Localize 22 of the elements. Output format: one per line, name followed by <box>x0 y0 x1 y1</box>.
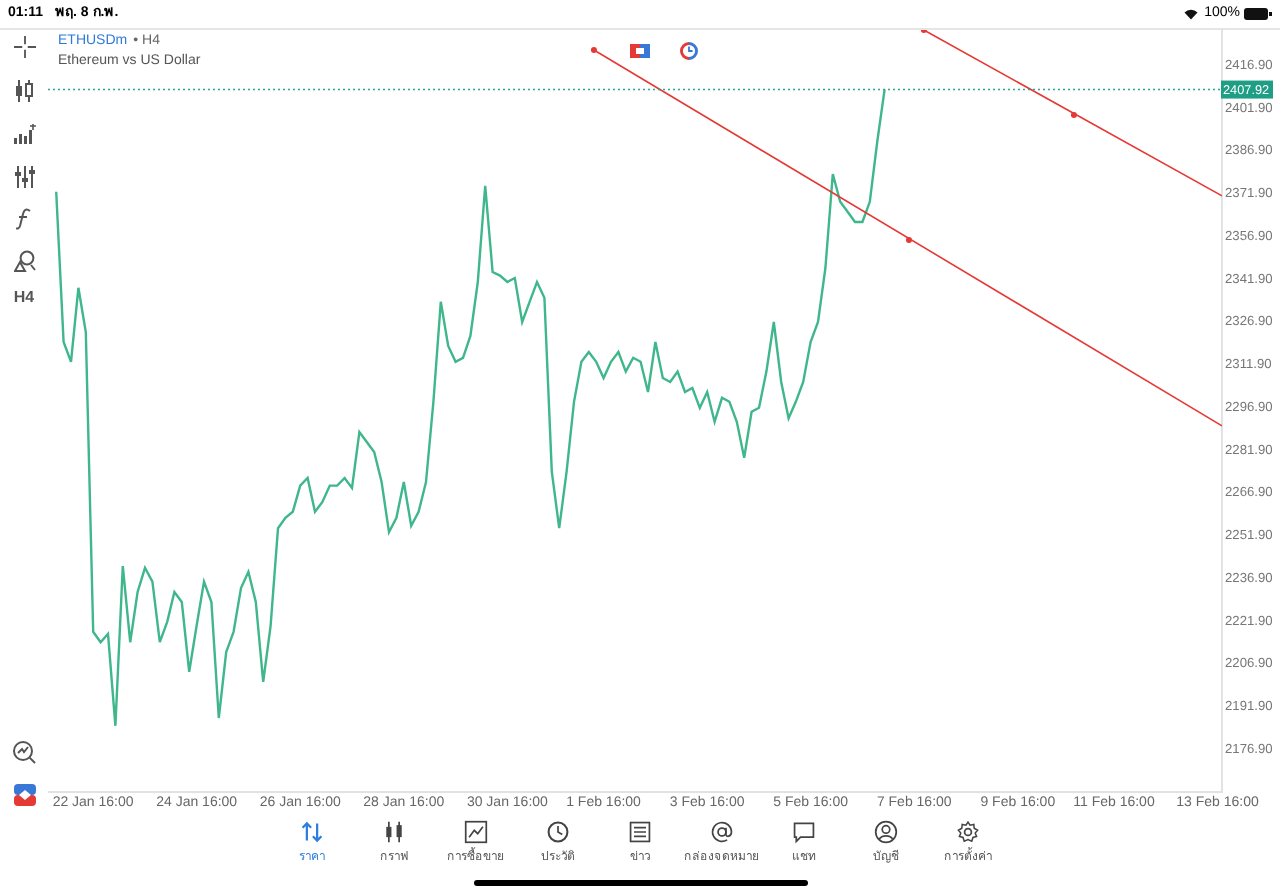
chat-bubble-icon[interactable] <box>792 820 816 844</box>
bar-chart-icon[interactable] <box>13 124 35 144</box>
candlestick-icon[interactable] <box>14 80 34 102</box>
user-icon[interactable] <box>874 820 898 844</box>
wifi-icon <box>1184 8 1199 20</box>
split-square-icon[interactable] <box>630 44 650 58</box>
chart-search-icon[interactable] <box>12 740 36 764</box>
candlestick-icon[interactable] <box>382 820 406 844</box>
shapes-icon[interactable] <box>13 250 35 272</box>
clock-icon[interactable] <box>680 42 698 60</box>
crosshair-icon[interactable] <box>13 36 35 58</box>
function-icon[interactable] <box>16 208 32 230</box>
sort-arrows-icon[interactable] <box>300 820 324 844</box>
settings-icon[interactable] <box>956 820 980 844</box>
timeframe-button[interactable]: H4 <box>13 290 35 306</box>
at-sign-icon[interactable] <box>710 820 734 844</box>
history-icon[interactable] <box>546 820 570 844</box>
app-logo-icon[interactable] <box>13 784 35 806</box>
battery-icon <box>1244 8 1272 20</box>
news-icon[interactable] <box>628 820 652 844</box>
line-chart-icon[interactable] <box>464 820 488 844</box>
sliders-icon[interactable] <box>13 166 35 188</box>
